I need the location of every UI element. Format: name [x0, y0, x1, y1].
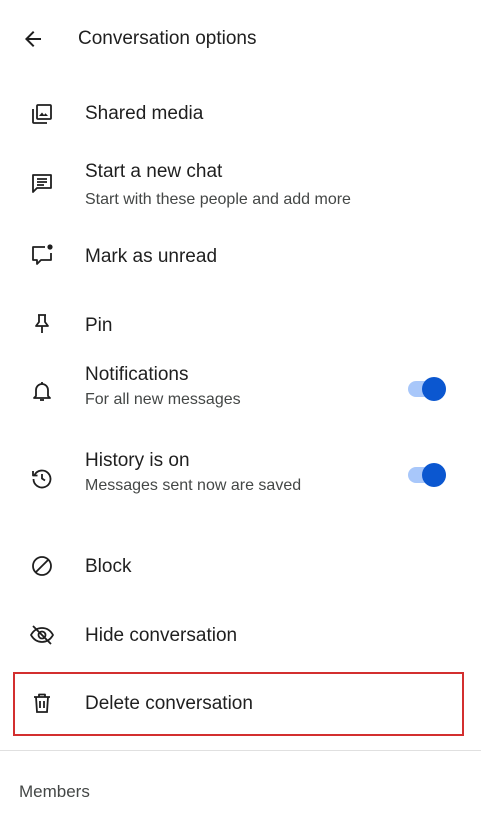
- option-start-new-chat[interactable]: Start a new chat Start with these people…: [0, 155, 481, 217]
- option-hide-conversation[interactable]: Hide conversation: [0, 609, 481, 661]
- option-label: Mark as unread: [85, 246, 218, 267]
- page-title: Conversation options: [78, 28, 257, 49]
- option-label: History is on: [85, 450, 190, 471]
- option-pin[interactable]: Pin: [0, 300, 481, 352]
- option-label: Start a new chat: [85, 161, 223, 182]
- block-icon: [27, 551, 57, 581]
- option-history[interactable]: History is on Messages sent now are save…: [0, 444, 481, 506]
- option-sublabel: Messages sent now are saved: [85, 477, 302, 494]
- eye-off-icon: [27, 620, 57, 650]
- option-mark-unread[interactable]: Mark as unread: [0, 231, 481, 283]
- top-app-bar: Conversation options: [0, 0, 481, 78]
- toggle-knob: [422, 377, 446, 401]
- history-icon: [27, 463, 57, 493]
- pin-icon: [27, 309, 57, 339]
- notifications-toggle[interactable]: [406, 377, 448, 401]
- history-toggle[interactable]: [406, 463, 448, 487]
- option-label: Delete conversation: [85, 693, 253, 714]
- chat-icon: [27, 168, 57, 198]
- option-sublabel: For all new messages: [85, 391, 241, 408]
- mark-unread-icon: [27, 240, 57, 270]
- option-sublabel: Start with these people and add more: [85, 191, 351, 208]
- option-block[interactable]: Block: [0, 540, 481, 592]
- option-label: Block: [85, 556, 132, 577]
- toggle-knob: [422, 463, 446, 487]
- option-label: Shared media: [85, 103, 204, 124]
- arrow-left-icon: [21, 27, 45, 51]
- back-button[interactable]: [18, 24, 48, 54]
- photo-library-icon: [27, 99, 57, 129]
- option-label: Pin: [85, 315, 113, 336]
- divider: [0, 750, 481, 751]
- option-shared-media[interactable]: Shared media: [0, 88, 481, 140]
- bell-icon: [27, 376, 57, 406]
- option-label: Hide conversation: [85, 625, 238, 646]
- option-notifications[interactable]: Notifications For all new messages: [0, 358, 481, 420]
- members-section-heading: Members: [19, 782, 90, 801]
- option-delete-conversation[interactable]: Delete conversation: [0, 678, 481, 730]
- trash-icon: [27, 688, 57, 718]
- option-label: Notifications: [85, 364, 189, 385]
